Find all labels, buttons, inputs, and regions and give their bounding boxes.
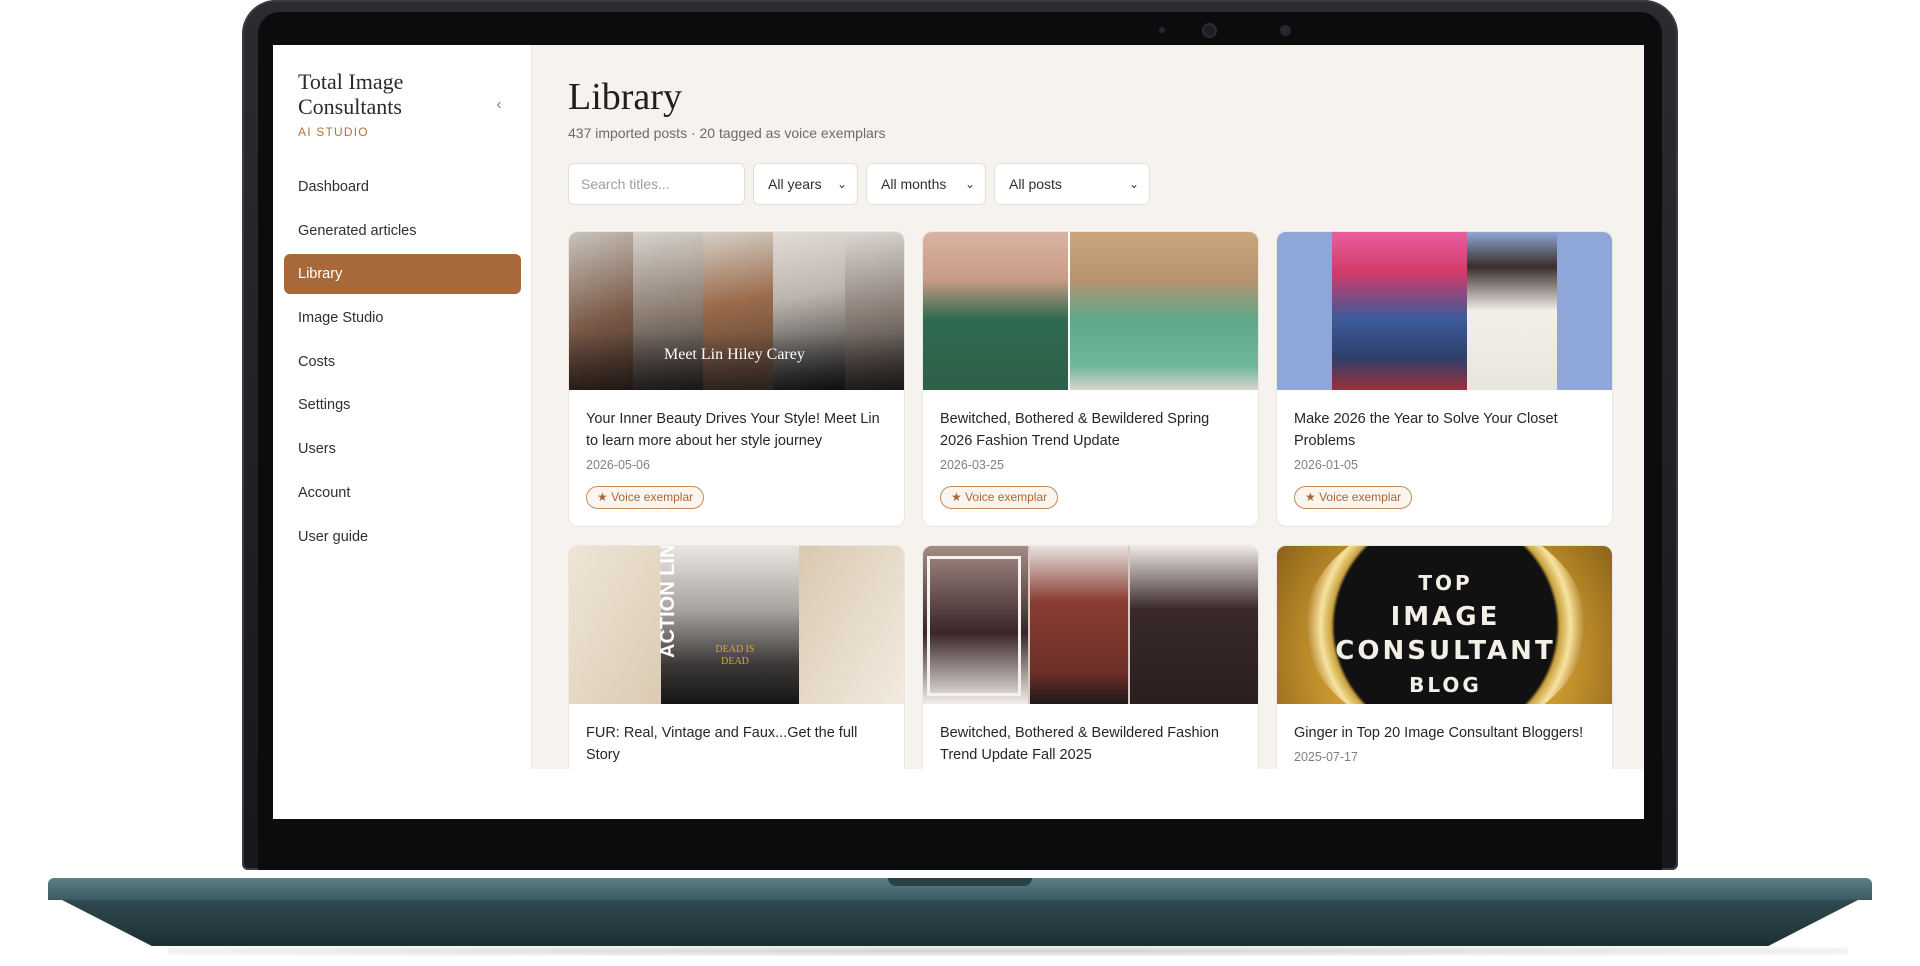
- post-date: 2026-05-06: [586, 458, 650, 472]
- post-title: FUR: Real, Vintage and Faux...Get the fu…: [586, 725, 858, 763]
- post-title: Your Inner Beauty Drives Your Style! Mee…: [586, 411, 880, 449]
- search-input[interactable]: [568, 163, 745, 205]
- sidebar-item-dashboard[interactable]: Dashboard: [284, 167, 521, 207]
- sidebar-item-settings[interactable]: Settings: [284, 385, 521, 425]
- laptop-base-bottom: [62, 900, 1858, 946]
- year-select-value: All years: [768, 176, 822, 192]
- month-select-value: All months: [881, 176, 947, 192]
- posts-select-value: All posts: [1009, 176, 1062, 192]
- chevron-down-icon: ⌄: [1128, 177, 1139, 191]
- voice-exemplar-badge: ★ Voice exemplar: [1294, 486, 1413, 509]
- post-date: 2025-07-17: [1294, 750, 1358, 764]
- thumbnail-caption: DEAD IS DEAD: [715, 644, 755, 667]
- camera-icon: [1204, 25, 1215, 36]
- post-title: Make 2026 the Year to Solve Your Closet …: [1294, 411, 1558, 449]
- brand-title: Total Image Consultants: [298, 69, 404, 119]
- thumbnail-caption: TOP IMAGE CONSULTANT BLOG: [1277, 566, 1612, 702]
- sidebar-nav: Dashboard Generated articles Library Ima…: [284, 167, 521, 560]
- year-select[interactable]: All years ⌄: [753, 163, 858, 205]
- sidebar-item-costs[interactable]: Costs: [284, 342, 521, 382]
- page-subtitle: 437 imported posts · 20 tagged as voice …: [568, 125, 886, 141]
- post-thumbnail: [1277, 232, 1612, 390]
- voice-exemplar-badge: ★ Voice exemplar: [940, 486, 1059, 509]
- thumbnail-caption: Meet Lin Hiley Carey: [664, 346, 805, 363]
- post-title: Bewitched, Bothered & Bewildered Fashion…: [940, 725, 1219, 763]
- laptop-shadow: [168, 946, 1848, 956]
- post-card[interactable]: Meet Lin Hiley Carey Your Inner Beauty D…: [568, 231, 905, 527]
- thumbnail-caption: ACTION LINE: [657, 546, 679, 658]
- sensor-icon: [1159, 27, 1165, 33]
- post-card[interactable]: ACTION LINE DEAD IS DEAD FUR: Real, Vint…: [568, 545, 905, 769]
- sensor-icon: [1280, 25, 1291, 36]
- brand-subtitle: AI STUDIO: [298, 125, 369, 139]
- sidebar-item-library[interactable]: Library: [284, 254, 521, 295]
- app-screen: Total Image Consultants AI STUDIO ‹ Dash…: [273, 45, 1644, 819]
- post-date: 2026-03-25: [940, 458, 1004, 472]
- page-title: Library: [568, 76, 682, 118]
- post-title: Ginger in Top 20 Image Consultant Blogge…: [1294, 725, 1584, 741]
- post-card[interactable]: Make 2026 the Year to Solve Your Closet …: [1276, 231, 1613, 527]
- post-thumbnail: Meet Lin Hiley Carey: [569, 232, 904, 390]
- sidebar: Total Image Consultants AI STUDIO ‹ Dash…: [273, 45, 532, 769]
- post-card[interactable]: Bewitched, Bothered & Bewildered Spring …: [922, 231, 1259, 527]
- sidebar-item-user-guide[interactable]: User guide: [284, 517, 521, 557]
- sidebar-item-generated-articles[interactable]: Generated articles: [284, 211, 521, 251]
- main-content: Library 437 imported posts · 20 tagged a…: [532, 45, 1644, 769]
- post-thumbnail: [923, 232, 1258, 390]
- post-card[interactable]: TOP IMAGE CONSULTANT BLOG Ginger in Top …: [1276, 545, 1613, 769]
- chevron-down-icon: ⌄: [836, 177, 847, 191]
- post-title: Bewitched, Bothered & Bewildered Spring …: [940, 411, 1210, 449]
- thumbnail-caption-line: CONSULTANT: [1335, 636, 1556, 666]
- post-thumbnail: TOP IMAGE CONSULTANT BLOG: [1277, 546, 1612, 704]
- sidebar-item-users[interactable]: Users: [284, 429, 521, 469]
- sidebar-item-account[interactable]: Account: [284, 473, 521, 513]
- laptop-hinge-notch: [888, 878, 1032, 886]
- thumbnail-caption-line: BLOG: [1409, 673, 1482, 697]
- post-thumbnail: [923, 546, 1258, 704]
- voice-exemplar-badge: ★ Voice exemplar: [586, 486, 705, 509]
- sidebar-item-image-studio[interactable]: Image Studio: [284, 298, 521, 338]
- post-date: 2026-01-05: [1294, 458, 1358, 472]
- posts-select[interactable]: All posts ⌄: [994, 163, 1150, 205]
- collapse-sidebar-button[interactable]: ‹: [489, 95, 509, 115]
- thumbnail-caption-line: TOP: [1418, 571, 1473, 595]
- month-select[interactable]: All months ⌄: [866, 163, 986, 205]
- post-card[interactable]: Bewitched, Bothered & Bewildered Fashion…: [922, 545, 1259, 769]
- laptop-base: [48, 864, 1872, 956]
- thumbnail-caption-line: IMAGE: [1390, 602, 1501, 632]
- chevron-down-icon: ⌄: [964, 177, 975, 191]
- post-thumbnail: ACTION LINE DEAD IS DEAD: [569, 546, 904, 704]
